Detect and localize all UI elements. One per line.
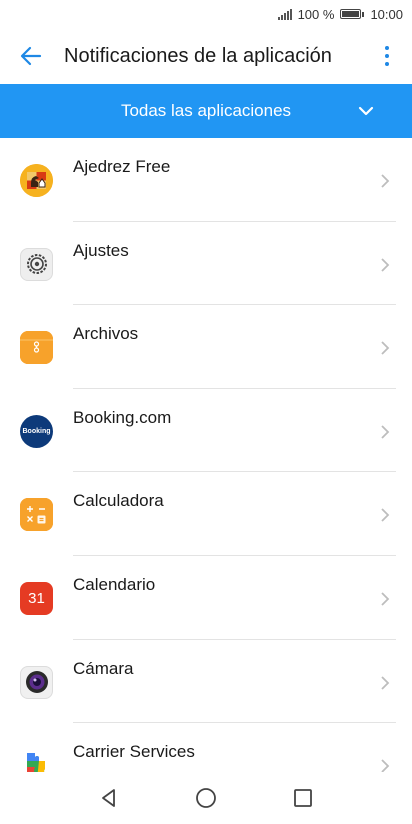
signal-icon (277, 8, 292, 20)
chevron-right-icon (381, 425, 390, 439)
more-vert-icon (385, 46, 389, 50)
chevron-right-icon (381, 592, 390, 606)
chevron-right-icon (381, 675, 390, 690)
app-name: Booking.com (73, 407, 172, 427)
filter-label: Todas las aplicaciones (120, 101, 292, 120)
page-title: Notificaciones de la aplicación (64, 44, 332, 67)
arrow-left-icon (20, 46, 42, 66)
battery-icon (340, 9, 365, 19)
chevron-down-icon (358, 106, 374, 116)
chevron-right-icon (381, 174, 390, 188)
app-name: Calendario (73, 574, 156, 594)
square-recents-icon (294, 789, 313, 807)
clock: 10:00 (370, 6, 403, 22)
chess-icon (20, 164, 53, 197)
app-name: Ajustes (73, 240, 129, 260)
list-item-booking[interactable]: Booking Booking.com (0, 389, 412, 473)
settings-icon (20, 247, 53, 281)
app-name: Cámara (73, 658, 134, 678)
chevron-right-icon (381, 508, 390, 523)
chevron-right-icon (381, 341, 390, 355)
booking-icon: Booking (20, 414, 53, 448)
list-item-camara[interactable]: Cámara (0, 640, 412, 724)
navigation-bar (0, 772, 412, 824)
nav-recents-button[interactable] (279, 774, 327, 822)
nav-back-button[interactable] (85, 774, 133, 822)
app-bar: Notificaciones de la aplicación (0, 28, 412, 84)
app-name: Calculadora (73, 491, 164, 511)
list-item-archivos[interactable]: Archivos (0, 305, 412, 389)
files-icon (20, 331, 53, 365)
camera-icon (20, 665, 53, 699)
app-list: Ajedrez Free Ajustes Archivos Booking Bo… (0, 138, 412, 807)
app-name: Archivos (73, 324, 139, 344)
list-item-ajustes[interactable]: Ajustes (0, 222, 412, 306)
status-bar: 100 % 10:00 (0, 0, 412, 28)
triangle-back-icon (101, 789, 115, 807)
app-name: Carrier Services (73, 742, 195, 762)
battery-percent: 100 % (297, 6, 335, 22)
more-options-button[interactable] (362, 28, 412, 84)
app-filter-dropdown[interactable]: Todas las aplicaciones (0, 84, 412, 138)
chevron-right-icon (381, 257, 390, 272)
calculator-icon (20, 498, 53, 532)
list-item-calculadora[interactable]: Calculadora (0, 472, 412, 556)
circle-home-icon (196, 788, 216, 808)
back-button[interactable] (0, 28, 62, 84)
list-item-calendario[interactable]: 31 Calendario (0, 556, 412, 640)
list-item-ajedrez[interactable]: Ajedrez Free (0, 138, 412, 222)
nav-home-button[interactable] (182, 774, 230, 822)
calendar-icon: 31 (20, 581, 53, 615)
app-name: Ajedrez Free (73, 157, 171, 176)
